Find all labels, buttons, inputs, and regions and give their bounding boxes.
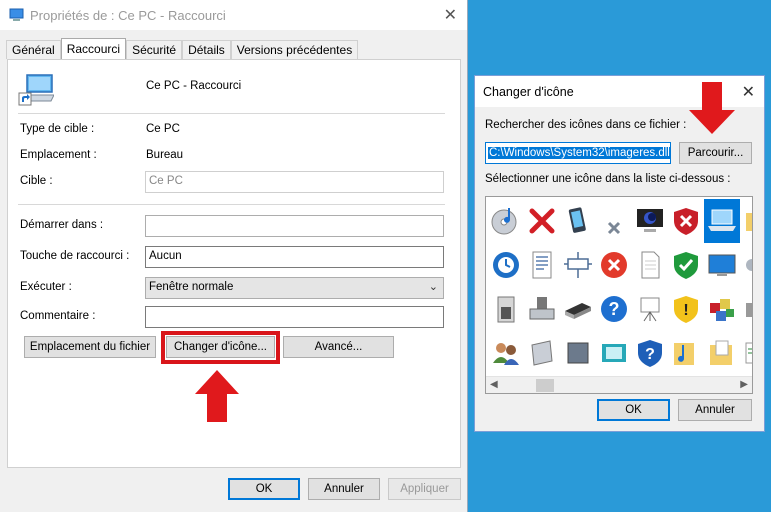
shield-green-check-icon[interactable] xyxy=(668,243,704,287)
red-circle-x-icon[interactable] xyxy=(596,243,632,287)
close-icon[interactable]: ✕ xyxy=(742,82,755,102)
shortcut-key-label: Touche de raccourci : xyxy=(20,250,130,262)
scrollbar-thumb[interactable] xyxy=(536,379,554,392)
scroll-right-icon[interactable]: ▶ xyxy=(740,379,748,390)
target-type-value: Ce PC xyxy=(146,123,180,135)
target-label: Cible : xyxy=(20,175,53,187)
icon-list[interactable]: ? ! ? ◀ ▶ xyxy=(485,196,753,394)
dialog-cancel-button[interactable]: Annuler xyxy=(678,399,752,421)
start-in-label: Démarrer dans : xyxy=(20,219,104,231)
cd-music-icon[interactable] xyxy=(488,199,524,243)
start-in-field[interactable] xyxy=(145,215,444,237)
presentation-board-icon[interactable] xyxy=(632,287,668,331)
location-label: Emplacement : xyxy=(20,149,97,161)
tab-security[interactable]: Sécurité xyxy=(126,40,183,59)
monitor-screensaver-icon[interactable] xyxy=(632,199,668,243)
blank-page-icon[interactable] xyxy=(632,243,668,287)
tab-shortcut[interactable]: Raccourci xyxy=(60,38,127,59)
document-text-icon[interactable] xyxy=(524,243,560,287)
display-blue-icon[interactable] xyxy=(704,243,740,287)
properties-titlebar: Propriétés de : Ce PC - Raccourci ✕ xyxy=(0,0,467,30)
network-box-icon[interactable] xyxy=(560,243,596,287)
properties-window: Propriétés de : Ce PC - Raccourci ✕ Géné… xyxy=(0,0,468,512)
icon-grid: ? ! ? xyxy=(488,199,752,375)
shortcut-icon xyxy=(9,8,24,21)
ok-button[interactable]: OK xyxy=(228,478,300,500)
run-select-value: Fenêtre normale xyxy=(149,281,234,293)
properties-title: Propriétés de : Ce PC - Raccourci xyxy=(30,7,226,23)
tab-general[interactable]: Général xyxy=(6,40,61,59)
run-label: Exécuter : xyxy=(20,281,72,293)
folder-documents-icon[interactable] xyxy=(704,331,740,375)
small-x-icon[interactable] xyxy=(596,199,632,243)
browse-button[interactable]: Parcourir... xyxy=(679,142,752,164)
svg-text:?: ? xyxy=(609,299,620,319)
comment-label: Commentaire : xyxy=(20,310,96,322)
highlight-box xyxy=(161,331,280,364)
change-icon-title: Changer d'icône xyxy=(483,85,574,99)
red-x-icon[interactable] xyxy=(524,199,560,243)
svg-text:?: ? xyxy=(645,346,655,363)
shortcut-key-field[interactable]: Aucun xyxy=(145,246,444,268)
file-location-button[interactable]: Emplacement du fichier xyxy=(24,336,156,358)
sync-clock-icon[interactable] xyxy=(488,243,524,287)
scroll-left-icon[interactable]: ◀ xyxy=(490,379,498,390)
change-icon-dialog: Changer d'icône ✕ Rechercher des icônes … xyxy=(474,75,765,432)
close-icon[interactable]: ✕ xyxy=(444,5,457,25)
tab-details[interactable]: Détails xyxy=(182,40,231,59)
drive-slanted-icon[interactable] xyxy=(524,331,560,375)
shortcut-name: Ce PC - Raccourci xyxy=(146,80,242,92)
programs-blocks-icon[interactable] xyxy=(704,287,740,331)
red-arrow-up-icon xyxy=(195,370,239,422)
advanced-button[interactable]: Avancé... xyxy=(283,336,394,358)
display-settings-icon[interactable] xyxy=(596,331,632,375)
cancel-button[interactable]: Annuler xyxy=(308,478,380,500)
computer-shortcut-icon xyxy=(18,74,54,106)
target-field[interactable]: Ce PC xyxy=(145,171,444,193)
comment-field[interactable] xyxy=(145,306,444,328)
target-type-label: Type de cible : xyxy=(20,123,95,135)
separator xyxy=(18,113,445,114)
mobile-device-icon[interactable] xyxy=(560,199,596,243)
separator xyxy=(18,204,445,205)
shield-help-icon[interactable]: ? xyxy=(632,331,668,375)
gear-partial-icon[interactable] xyxy=(740,243,752,287)
search-label: Rechercher des icônes dans ce fichier : xyxy=(485,119,687,131)
horizontal-scrollbar[interactable]: ◀ ▶ xyxy=(486,376,752,393)
folder-partial-icon[interactable] xyxy=(740,199,752,243)
tab-previous-versions[interactable]: Versions précédentes xyxy=(230,40,359,59)
chevron-down-icon: ⌄ xyxy=(428,281,438,293)
printer-device-icon[interactable] xyxy=(524,287,560,331)
icon-path-input[interactable]: C:\Windows\System32\imageres.dll xyxy=(485,142,671,164)
sheet-partial-icon[interactable] xyxy=(740,331,752,375)
dialog-ok-button[interactable]: OK xyxy=(597,399,670,421)
select-icon-label: Sélectionner une icône dans la liste ci-… xyxy=(485,173,731,185)
run-select[interactable]: Fenêtre normale ⌄ xyxy=(145,277,444,299)
help-circle-icon[interactable]: ? xyxy=(596,287,632,331)
small-partial-icon[interactable] xyxy=(740,287,752,331)
disk-tray-icon[interactable] xyxy=(560,331,596,375)
shield-warning-icon[interactable]: ! xyxy=(668,287,704,331)
scanner-icon[interactable] xyxy=(560,287,596,331)
icon-path-value: C:\Windows\System32\imageres.dll xyxy=(488,147,671,159)
music-folder-icon[interactable] xyxy=(668,331,704,375)
apply-button[interactable]: Appliquer xyxy=(388,478,461,500)
svg-text:!: ! xyxy=(683,302,688,319)
laptop-icon[interactable] xyxy=(704,199,740,243)
shield-red-icon[interactable] xyxy=(668,199,704,243)
server-tower-icon[interactable] xyxy=(488,287,524,331)
red-arrow-down-icon xyxy=(689,82,735,134)
location-value: Bureau xyxy=(146,149,184,161)
users-icon[interactable] xyxy=(488,331,524,375)
tab-strip: Général Raccourci Sécurité Détails Versi… xyxy=(6,38,359,59)
